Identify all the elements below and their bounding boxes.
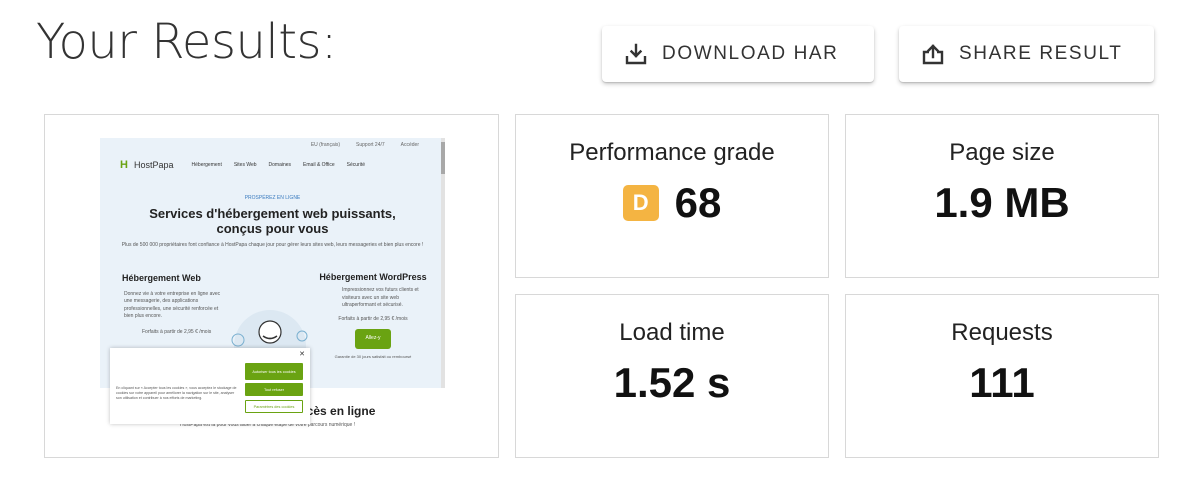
screenshot-wordpress-hosting: Hébergement WordPress Impressionnez vos … bbox=[319, 272, 427, 359]
page-size-label: Page size bbox=[949, 139, 1055, 166]
download-har-label: DOWNLOAD HAR bbox=[662, 43, 839, 64]
requests-label: Requests bbox=[951, 319, 1053, 346]
screenshot-cookie-banner: ✕ En cliquant sur « Accepter tous les co… bbox=[110, 348, 310, 424]
screenshot-kicker: PROSPÉREZ EN LIGNE bbox=[244, 195, 301, 201]
page-screenshot-card: EU (français) Support 24/7 Accéder H Hos… bbox=[44, 114, 499, 458]
screenshot-subline: Plus de 500 000 propriétaires font confi… bbox=[121, 242, 424, 248]
download-har-button[interactable]: DOWNLOAD HAR bbox=[602, 26, 874, 82]
hostpapa-logo: H HostPapa bbox=[120, 159, 174, 171]
page-size-card: Page size 1.9 MB bbox=[845, 114, 1159, 278]
screenshot-top-links: EU (français) Support 24/7 Accéder bbox=[310, 142, 419, 148]
download-icon bbox=[625, 43, 647, 65]
requests-card: Requests 111 bbox=[845, 294, 1159, 458]
page-title: Your Results: bbox=[36, 14, 337, 70]
page-size-value: 1.9 MB bbox=[934, 179, 1070, 226]
requests-value: 111 bbox=[969, 359, 1035, 406]
performance-grade-card: Performance grade D 68 bbox=[515, 114, 829, 278]
share-result-label: SHARE RESULT bbox=[959, 43, 1123, 64]
screenshot-nav: H HostPapa Hébergement Sites Web Domaine… bbox=[120, 159, 365, 171]
load-time-label: Load time bbox=[619, 319, 725, 346]
close-icon: ✕ bbox=[299, 351, 305, 358]
load-time-card: Load time 1.52 s bbox=[515, 294, 829, 458]
page-screenshot: EU (français) Support 24/7 Accéder H Hos… bbox=[100, 138, 445, 434]
screenshot-web-hosting: Hébergement Web Donnez vie à votre entre… bbox=[122, 273, 221, 335]
performance-grade-label: Performance grade bbox=[569, 139, 775, 166]
load-time-value: 1.52 s bbox=[613, 359, 731, 406]
upload-icon bbox=[922, 44, 944, 65]
hostpapa-logo-icon: H bbox=[120, 159, 128, 171]
grade-badge: D bbox=[622, 185, 659, 221]
share-result-button[interactable]: SHARE RESULT bbox=[899, 26, 1154, 82]
screenshot-headline: Services d'hébergement web puissants, co… bbox=[149, 206, 396, 236]
performance-grade-value: 68 bbox=[674, 179, 722, 226]
screenshot-go-button: Allez-y bbox=[355, 329, 391, 349]
